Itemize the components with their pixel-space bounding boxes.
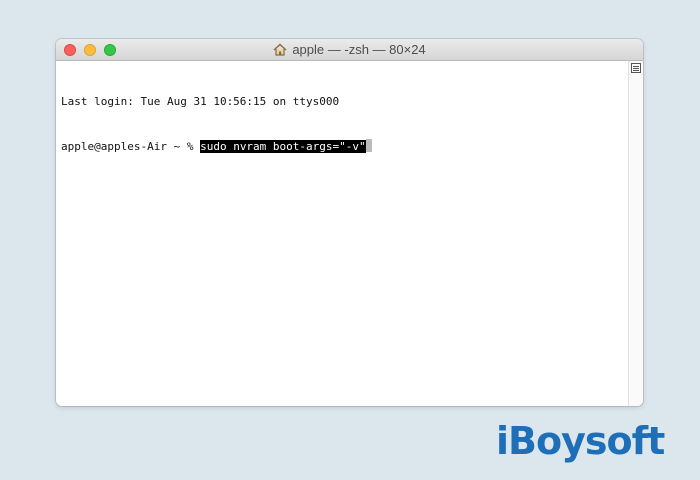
home-icon [273, 43, 287, 56]
scrollbar[interactable] [628, 61, 643, 406]
window-title-text: apple — -zsh — 80×24 [292, 42, 426, 57]
command-line: apple@apples-Air ~ % sudo nvram boot-arg… [61, 139, 628, 154]
title-bar[interactable]: apple — -zsh — 80×24 [56, 39, 643, 61]
text-cursor [365, 139, 372, 152]
window-title: apple — -zsh — 80×24 [56, 39, 643, 60]
last-login-line: Last login: Tue Aug 31 10:56:15 on ttys0… [61, 95, 340, 108]
shell-prompt: apple@apples-Air ~ % [61, 140, 201, 153]
terminal-window: apple — -zsh — 80×24 Last login: Tue Aug… [56, 39, 643, 406]
selected-command[interactable]: sudo nvram boot-args="-v" [200, 140, 366, 153]
iboysoft-logo: iBoysoft [496, 419, 665, 463]
terminal-output[interactable]: Last login: Tue Aug 31 10:56:15 on ttys0… [56, 61, 628, 406]
list-menu-icon[interactable] [631, 63, 641, 73]
